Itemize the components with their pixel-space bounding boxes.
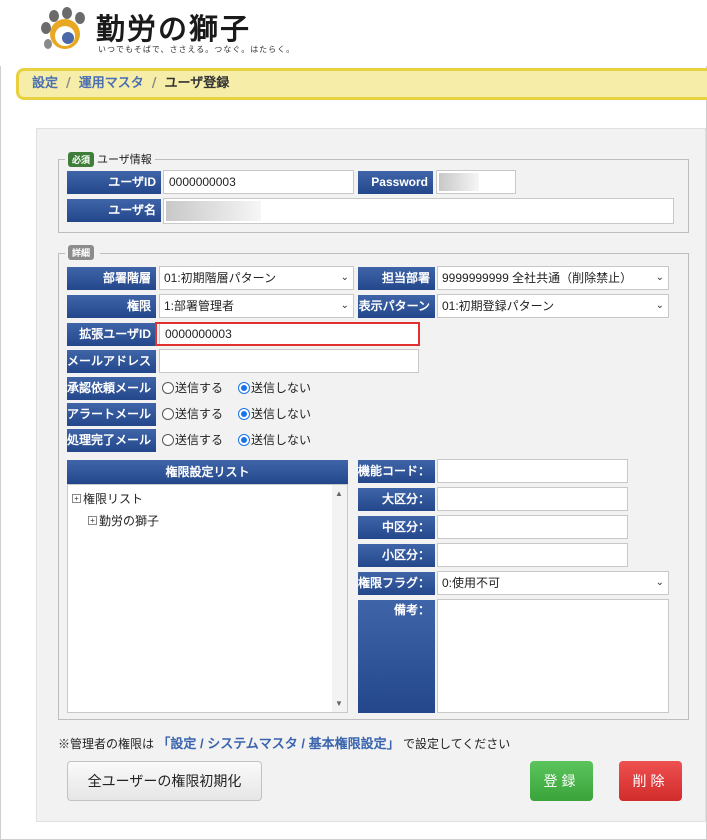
tree-node-child[interactable]: + 勤労の獅子 — [88, 512, 159, 529]
user-id-label: ユーザID — [67, 171, 161, 194]
note-prefix: ※管理者の権限は — [58, 737, 155, 751]
breadcrumb-settings[interactable]: 設定 — [32, 76, 58, 91]
expand-icon[interactable]: + — [88, 516, 97, 525]
display-pattern-select[interactable]: 01:初期登録パターン ⌄ — [437, 294, 669, 318]
permission-tree[interactable]: + 権限リスト + 勤労の獅子 ▲ ▼ — [67, 484, 348, 713]
permission-flag-value: 0:使用不可 — [442, 576, 501, 590]
alert-send-radio[interactable] — [162, 407, 174, 420]
basic-permission-link[interactable]: 「設定 / システムマスタ / 基本権限設定」 — [157, 736, 399, 751]
permission-flag-label: 権限フラグ： — [358, 572, 435, 595]
email-input[interactable] — [159, 349, 419, 373]
email-label: メールアドレス — [67, 350, 156, 373]
complete-nosend-label: 送信しない — [251, 433, 312, 447]
redacted-password — [439, 173, 479, 191]
alert-send-label: 送信する — [175, 407, 224, 421]
scroll-down-icon[interactable]: ▼ — [335, 699, 343, 708]
complete-send-label: 送信する — [175, 433, 224, 447]
password-label: Password — [358, 171, 433, 194]
complete-mail-label: 処理完了メール — [67, 429, 156, 452]
tree-child-label: 勤労の獅子 — [99, 514, 160, 528]
approval-mail-options: 送信する 送信しない — [162, 379, 311, 396]
redacted-user-name — [166, 201, 261, 221]
dept-level-value: 01:初期階層パターン — [164, 271, 277, 285]
permission-list-header: 権限設定リスト — [67, 460, 348, 484]
assigned-dept-label: 担当部署 — [358, 267, 435, 290]
breadcrumb: 設定 / 運用マスタ / ユーザ登録 — [16, 68, 707, 100]
approval-nosend-label: 送信しない — [251, 381, 312, 395]
ext-user-id-label: 拡張ユーザID — [67, 323, 156, 346]
reset-all-permissions-button[interactable]: 全ユーザーの権限初期化 — [67, 761, 262, 801]
approval-mail-label: 承認依頼メール — [67, 377, 156, 400]
dept-level-label: 部署階層 — [67, 267, 156, 290]
user-id-input[interactable]: 0000000003 — [163, 170, 354, 194]
tree-scrollbar[interactable]: ▲ ▼ — [332, 485, 347, 712]
chevron-down-icon: ⌄ — [340, 272, 349, 283]
tree-node-root[interactable]: + 権限リスト — [72, 490, 143, 507]
major-category-input[interactable] — [437, 487, 628, 511]
authority-value: 1:部署管理者 — [164, 299, 235, 313]
chevron-down-icon: ⌄ — [655, 272, 664, 283]
assigned-dept-value: 9999999999 全社共通（削除禁止） — [442, 271, 633, 285]
approval-send-radio[interactable] — [162, 381, 174, 394]
chevron-down-icon: ⌄ — [655, 577, 664, 588]
required-badge: 必須 — [68, 151, 95, 167]
admin-permission-note: ※管理者の権限は 「設定 / システムマスタ / 基本権限設定」 で設定してくだ… — [58, 733, 510, 752]
save-button[interactable]: 登録 — [530, 761, 593, 801]
logo-tagline: いつでもそばで、ささえる。つなぐ。はたらく。 — [98, 45, 296, 54]
middle-category-label: 中区分： — [358, 516, 435, 539]
breadcrumb-separator: / — [66, 76, 71, 91]
major-category-label: 大区分： — [358, 488, 435, 511]
breadcrumb-separator: / — [151, 76, 157, 91]
authority-label: 権限 — [67, 295, 156, 318]
password-input[interactable] — [436, 170, 516, 194]
remarks-label: 備考： — [358, 600, 435, 713]
user-info-title: ユーザ情報 — [97, 153, 152, 166]
expand-icon[interactable]: + — [72, 494, 81, 503]
highlight-box — [155, 322, 420, 346]
approval-nosend-radio[interactable] — [238, 381, 251, 394]
authority-select[interactable]: 1:部署管理者 ⌄ — [159, 294, 354, 318]
breadcrumb-current: ユーザ登録 — [164, 76, 230, 91]
remarks-textarea[interactable] — [437, 599, 669, 713]
approval-send-label: 送信する — [175, 381, 224, 395]
complete-mail-options: 送信する 送信しない — [162, 431, 311, 448]
display-pattern-label: 表示パターン — [358, 295, 435, 318]
complete-nosend-radio[interactable] — [238, 433, 251, 446]
minor-category-label: 小区分： — [358, 544, 435, 567]
note-suffix: で設定してください — [402, 737, 511, 751]
permission-flag-select[interactable]: 0:使用不可 ⌄ — [437, 571, 669, 595]
breadcrumb-operation-master[interactable]: 運用マスタ — [79, 76, 144, 91]
chevron-down-icon: ⌄ — [655, 300, 664, 311]
user-name-input[interactable] — [163, 198, 674, 224]
dept-level-select[interactable]: 01:初期階層パターン ⌄ — [159, 266, 354, 290]
delete-button[interactable]: 削除 — [619, 761, 682, 801]
scroll-up-icon[interactable]: ▲ — [335, 489, 343, 498]
alert-nosend-radio[interactable] — [238, 407, 251, 420]
complete-send-radio[interactable] — [162, 433, 174, 446]
header: 勤労の獅子 いつでもそばで、ささえる。つなぐ。はたらく。 — [0, 0, 707, 66]
details-legend: 詳細 — [65, 245, 101, 260]
func-code-input[interactable] — [437, 459, 628, 483]
user-name-label: ユーザ名 — [67, 199, 161, 222]
middle-category-input[interactable] — [437, 515, 628, 539]
alert-nosend-label: 送信しない — [251, 407, 312, 421]
details-badge: 詳細 — [68, 245, 95, 260]
func-code-label: 機能コード： — [358, 460, 435, 483]
display-pattern-value: 01:初期登録パターン — [442, 299, 555, 313]
chevron-down-icon: ⌄ — [340, 300, 349, 311]
minor-category-input[interactable] — [437, 543, 628, 567]
lion-logo-icon — [41, 7, 85, 49]
assigned-dept-select[interactable]: 9999999999 全社共通（削除禁止） ⌄ — [437, 266, 669, 290]
alert-mail-options: 送信する 送信しない — [162, 405, 311, 422]
logo-title: 勤労の獅子 — [96, 12, 252, 46]
tree-root-label: 権限リスト — [83, 492, 144, 506]
user-info-legend: 必須 ユーザ情報 — [65, 151, 155, 167]
alert-mail-label: アラートメール — [67, 403, 156, 426]
